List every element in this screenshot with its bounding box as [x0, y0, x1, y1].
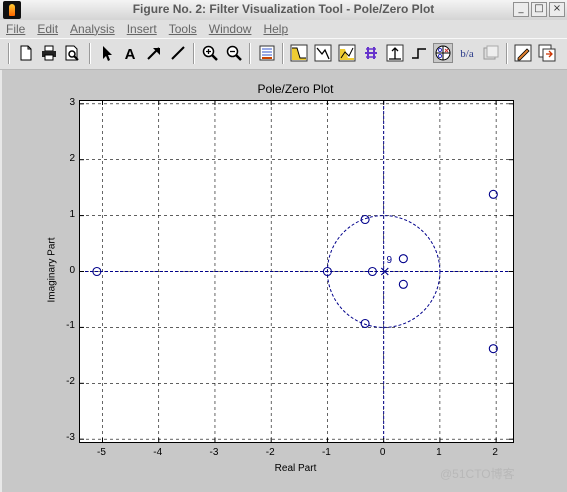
phase-response-icon[interactable]: [314, 44, 332, 62]
multiplicity-label: 9: [386, 255, 392, 266]
zero-marker: [360, 318, 370, 329]
zero-marker: [398, 279, 408, 289]
filter-info-icon[interactable]: [482, 44, 500, 62]
toolbar-separator: [193, 43, 195, 64]
y-tick-label: 1: [69, 208, 75, 220]
menu-analysis[interactable]: Analysis: [64, 22, 121, 36]
svg-text:b/a: b/a: [460, 48, 474, 60]
zoom-out-icon[interactable]: [225, 44, 243, 62]
arrow-insert-icon[interactable]: [145, 44, 163, 62]
toolbar-separator: [282, 43, 284, 64]
x-tick-label: -5: [97, 447, 106, 458]
y-tick-label: 0: [69, 264, 75, 276]
impulse-response-icon[interactable]: [386, 44, 404, 62]
window-title: Figure No. 2: Filter Visualization Tool …: [132, 2, 435, 16]
x-tick-label: 1: [436, 447, 442, 458]
toolbar-separator: [506, 43, 508, 64]
zoom-in-icon[interactable]: [201, 44, 219, 62]
menu-tools[interactable]: Tools: [163, 22, 203, 36]
toolbar: A b/a: [0, 38, 567, 70]
window-title-bar: Figure No. 2: Filter Visualization Tool …: [0, 0, 567, 21]
edit-filter-icon[interactable]: [514, 44, 532, 62]
maximize-button[interactable]: □: [531, 2, 547, 17]
menu-help[interactable]: Help: [257, 22, 294, 36]
zero-marker: [398, 254, 408, 264]
toolbar-separator: [249, 43, 251, 64]
pointer-arrow-icon[interactable]: [97, 44, 115, 62]
new-file-icon[interactable]: [17, 44, 35, 62]
magnitude-response-icon[interactable]: [290, 44, 308, 62]
y-tick-label: 2: [69, 152, 75, 164]
x-tick-label: 2: [492, 447, 498, 458]
menu-file[interactable]: File: [0, 22, 31, 36]
group-delay-icon[interactable]: [362, 44, 380, 62]
line-insert-icon[interactable]: [169, 44, 187, 62]
fvtool-info-icon[interactable]: [258, 44, 276, 62]
y-tick-label: -3: [66, 432, 75, 444]
figure-left-border: [0, 70, 2, 492]
y-tick-label: 3: [69, 96, 75, 108]
svg-text:A: A: [125, 46, 136, 62]
text-insert-icon[interactable]: A: [121, 44, 139, 62]
pole-zero-plot: 9: [80, 101, 513, 442]
filter-coefficients-icon[interactable]: b/a: [458, 44, 476, 62]
x-tick-label: -3: [209, 447, 219, 458]
menu-edit[interactable]: Edit: [31, 22, 64, 36]
menu-insert[interactable]: Insert: [121, 22, 163, 36]
print-preview-icon[interactable]: [63, 44, 81, 62]
y-tick-label: -1: [66, 320, 75, 332]
y-tick-label: -2: [66, 376, 75, 388]
x-tick-label: -4: [153, 447, 163, 458]
pole-zero-axes[interactable]: 9: [79, 100, 514, 443]
toolbar-separator: [89, 43, 91, 64]
menu-bar: File Edit Analysis Insert Tools Window H…: [0, 20, 567, 38]
mag-phase-response-icon[interactable]: [338, 44, 356, 62]
print-icon[interactable]: [40, 44, 58, 62]
pole-zero-icon[interactable]: [433, 43, 453, 63]
export-icon[interactable]: [538, 44, 556, 62]
plot-title: Pole/Zero Plot: [257, 82, 334, 96]
watermark-text: @51CTO博客: [440, 467, 515, 481]
window-controls: _ □ ×: [513, 2, 565, 17]
zero-marker: [488, 189, 498, 199]
close-button[interactable]: ×: [549, 2, 565, 17]
menu-window[interactable]: Window: [203, 22, 258, 36]
minimize-button[interactable]: _: [513, 2, 529, 17]
x-tick-label: -1: [321, 447, 331, 458]
x-tick-label: -2: [265, 447, 275, 458]
x-tick-label: 0: [379, 447, 386, 458]
toolbar-grip: [8, 43, 10, 64]
step-response-icon[interactable]: [410, 44, 428, 62]
